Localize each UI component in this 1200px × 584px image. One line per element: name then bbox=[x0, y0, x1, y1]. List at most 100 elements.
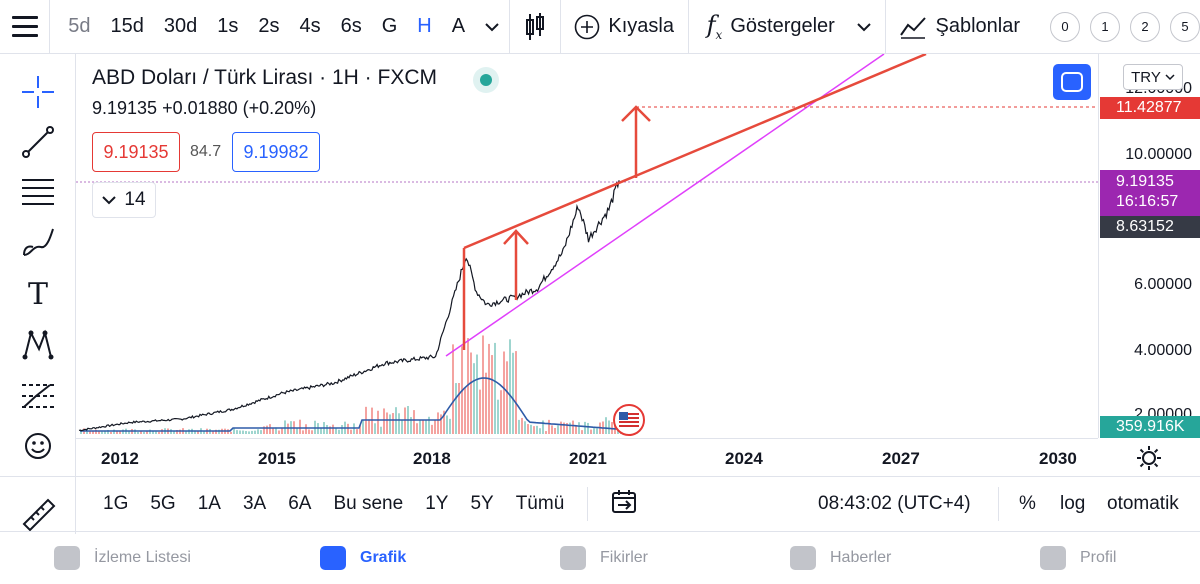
interval-dropdown[interactable] bbox=[475, 0, 509, 54]
nav-star[interactable]: İzleme Listesi bbox=[54, 546, 191, 570]
sell-box[interactable]: 9.19135 bbox=[92, 132, 180, 172]
layout-button[interactable]: 1 bbox=[1090, 11, 1120, 42]
volume-bar bbox=[296, 428, 298, 434]
interval-A[interactable]: A bbox=[442, 0, 475, 54]
range-button[interactable]: 1Y bbox=[414, 493, 459, 515]
templates-button[interactable]: Şablonlar bbox=[885, 0, 1034, 54]
range-button[interactable]: 5Y bbox=[459, 493, 504, 515]
symbol-title[interactable]: ABD Doları / Türk Lirası · 1H · FXCM bbox=[92, 66, 437, 90]
volume-bar bbox=[347, 423, 349, 434]
price-axis[interactable]: TRY 12.00000 10.00000 6.00000 4.00000 2.… bbox=[1098, 54, 1200, 438]
smile-icon bbox=[25, 433, 51, 459]
volume-bar bbox=[248, 431, 250, 434]
menu-button[interactable] bbox=[0, 0, 51, 54]
volume-bar bbox=[392, 413, 394, 434]
market-status-icon bbox=[473, 67, 499, 93]
range-button[interactable]: 1G bbox=[92, 493, 139, 515]
volume-bar bbox=[536, 425, 538, 434]
volume-bar bbox=[254, 430, 256, 434]
settings-button[interactable] bbox=[1136, 445, 1162, 476]
brush-tool[interactable] bbox=[18, 222, 58, 262]
fib-tool[interactable] bbox=[18, 172, 58, 212]
interval-15d[interactable]: 15d bbox=[100, 0, 153, 54]
smile-icon bbox=[1040, 546, 1066, 570]
prediction-tool[interactable] bbox=[18, 376, 58, 416]
range-button[interactable]: Bu sene bbox=[322, 493, 414, 515]
volume-bar bbox=[110, 431, 112, 434]
time-axis[interactable]: 2012 2015 2018 2021 2024 2027 2030 bbox=[76, 438, 1098, 476]
layout-button[interactable]: 2 bbox=[1130, 11, 1160, 42]
currency-select[interactable]: TRY bbox=[1123, 64, 1183, 90]
range-button[interactable]: Tümü bbox=[505, 493, 576, 515]
interval-G[interactable]: G bbox=[372, 0, 408, 54]
volume-bar bbox=[473, 363, 475, 434]
layout-button[interactable]: 0 bbox=[1050, 11, 1080, 42]
nav-news[interactable]: Haberler bbox=[790, 546, 891, 570]
volume-bar bbox=[593, 428, 595, 434]
pattern-tool[interactable] bbox=[18, 324, 58, 364]
go-to-date-button[interactable] bbox=[610, 489, 638, 520]
interval-30d[interactable]: 30d bbox=[154, 0, 207, 54]
clock[interactable]: 08:43:02 (UTC+4) bbox=[818, 493, 971, 515]
price-change: 9.19135 +0.01880 (+0.20%) bbox=[92, 98, 317, 118]
volume-bar bbox=[332, 424, 334, 434]
volume-bar bbox=[518, 419, 520, 434]
volume-bar bbox=[494, 342, 496, 434]
range-button[interactable]: 5G bbox=[139, 493, 186, 515]
year-tick: 2018 bbox=[413, 449, 451, 468]
volume-bar bbox=[488, 343, 490, 434]
volume-bar bbox=[356, 429, 358, 434]
interval-2s[interactable]: 2s bbox=[248, 0, 289, 54]
text-tool[interactable]: T bbox=[18, 274, 58, 314]
nav-chart[interactable]: Grafik bbox=[320, 546, 406, 570]
nav-lightbulb[interactable]: Fikirler bbox=[560, 546, 648, 570]
price-tick: 10.00000 bbox=[1125, 146, 1192, 163]
volume-bar bbox=[398, 413, 400, 434]
nav-smile[interactable]: Profil bbox=[1040, 546, 1116, 570]
year-tick: 2012 bbox=[101, 449, 139, 468]
range-bar: 1G 5G 1A 3A 6A Bu sene 1Y 5Y Tümü 08:43:02 (UTC+… bbox=[0, 476, 1200, 532]
log-toggle[interactable]: log bbox=[1049, 493, 1096, 515]
volume-bar bbox=[581, 430, 583, 434]
interval-5d[interactable]: 5d bbox=[58, 0, 100, 54]
chevron-down-icon bbox=[102, 196, 117, 205]
us-flag-event-icon[interactable] bbox=[613, 404, 645, 436]
volume-bar bbox=[251, 430, 253, 434]
star-icon bbox=[54, 546, 80, 570]
layout-button[interactable]: 5 bbox=[1170, 11, 1200, 42]
volume-bar bbox=[230, 431, 232, 434]
range-button[interactable]: 1A bbox=[187, 493, 232, 515]
interval-4s[interactable]: 4s bbox=[289, 0, 330, 54]
volume-bar bbox=[446, 415, 448, 434]
fullscreen-button[interactable] bbox=[1053, 64, 1091, 100]
percent-toggle[interactable]: % bbox=[1008, 493, 1047, 515]
range-button[interactable]: 3A bbox=[232, 493, 277, 515]
volume-bar bbox=[569, 422, 571, 434]
volume-bar bbox=[557, 425, 559, 434]
indicators-button[interactable]: fx Göstergeler bbox=[689, 0, 885, 54]
range-button[interactable]: 6A bbox=[277, 493, 322, 515]
nav-label: Profil bbox=[1080, 549, 1117, 566]
volume-bar bbox=[278, 430, 280, 434]
height-arrow-1 bbox=[503, 229, 529, 300]
auto-toggle[interactable]: otomatik bbox=[1096, 493, 1190, 515]
compare-button[interactable]: Kıyasla bbox=[560, 0, 688, 54]
emoji-tool[interactable] bbox=[18, 426, 58, 466]
buy-box[interactable]: 9.19982 bbox=[232, 132, 320, 172]
crosshair-tool[interactable] bbox=[18, 72, 58, 112]
volume-bar bbox=[452, 344, 454, 434]
volume-bar bbox=[422, 419, 424, 434]
volume-bar bbox=[506, 361, 508, 434]
trendline-tool[interactable] bbox=[18, 122, 58, 162]
interval-1s[interactable]: 1s bbox=[207, 0, 248, 54]
volume-bar bbox=[500, 390, 502, 434]
interval-6s[interactable]: 6s bbox=[331, 0, 372, 54]
chart-type-button[interactable] bbox=[510, 0, 560, 54]
volume-bar bbox=[584, 421, 586, 434]
volume-bar bbox=[401, 419, 403, 434]
indicator-toggle[interactable]: 14 bbox=[92, 182, 156, 218]
volume-bar bbox=[380, 426, 382, 434]
year-tick: 2021 bbox=[569, 449, 607, 468]
interval-H[interactable]: H bbox=[407, 0, 441, 54]
upper-trendline bbox=[463, 54, 927, 250]
